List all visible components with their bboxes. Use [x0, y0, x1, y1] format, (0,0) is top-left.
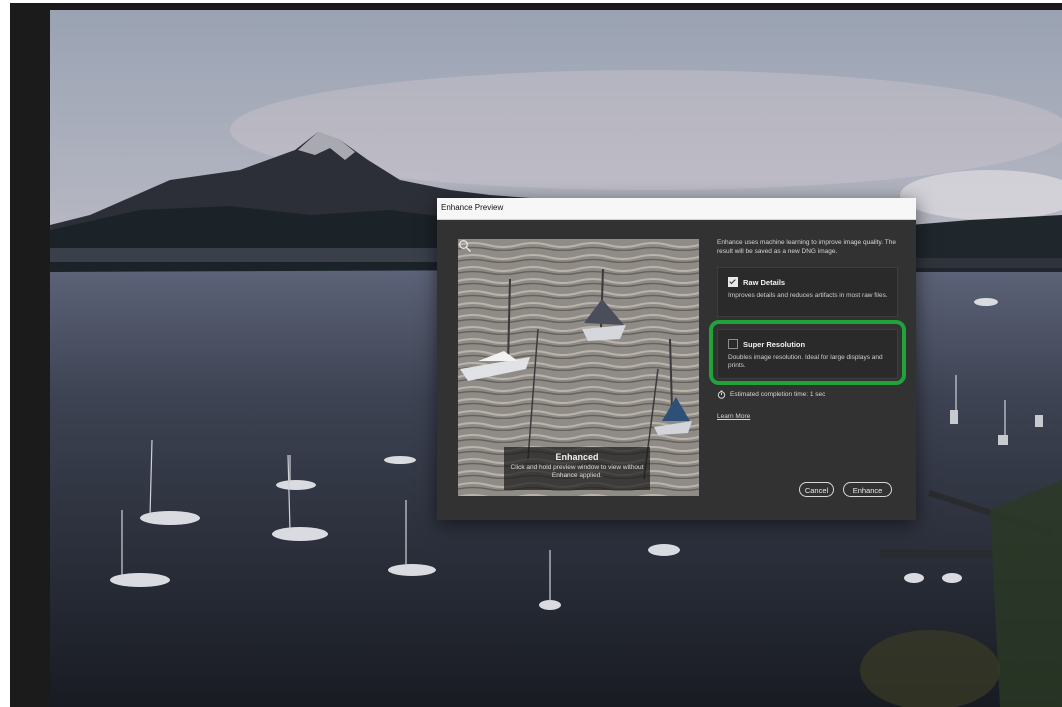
super-resolution-label: Super Resolution: [743, 339, 806, 349]
estimate-text: Estimated completion time: 1 sec: [730, 391, 826, 398]
stopwatch-icon: [717, 390, 726, 399]
cancel-button[interactable]: Cancel: [799, 482, 834, 497]
super-resolution-description: Doubles image resolution. Ideal for larg…: [728, 354, 883, 369]
enhance-button[interactable]: Enhance: [843, 482, 892, 497]
dialog-titlebar[interactable]: Enhance Preview: [437, 198, 916, 220]
checkbox-checked-icon[interactable]: [728, 277, 738, 287]
magnifier-icon[interactable]: [458, 239, 472, 253]
enhanced-title: Enhanced: [555, 452, 599, 462]
intro-text: Enhance uses machine learning to improve…: [717, 239, 896, 255]
enhance-preview-dialog: Enhance Preview Enhanced Click and hold …: [437, 198, 916, 520]
raw-details-description: Improves details and reduces artifacts i…: [728, 292, 888, 299]
preview-pane[interactable]: Enhanced Click and hold preview window t…: [458, 239, 699, 496]
enhanced-overlay: Enhanced Click and hold preview window t…: [504, 447, 650, 490]
estimate-row: Estimated completion time: 1 sec: [717, 390, 825, 399]
checkbox-empty-icon[interactable]: [728, 339, 738, 349]
dialog-title: Enhance Preview: [441, 203, 504, 212]
super-resolution-option[interactable]: Super Resolution Doubles image resolutio…: [717, 329, 898, 379]
raw-details-label: Raw Details: [743, 277, 786, 287]
learn-more-link[interactable]: Learn More: [717, 413, 750, 420]
enhanced-description: Click and hold preview window to view wi…: [510, 464, 644, 479]
raw-details-option[interactable]: Raw Details Improves details and reduces…: [717, 267, 898, 317]
